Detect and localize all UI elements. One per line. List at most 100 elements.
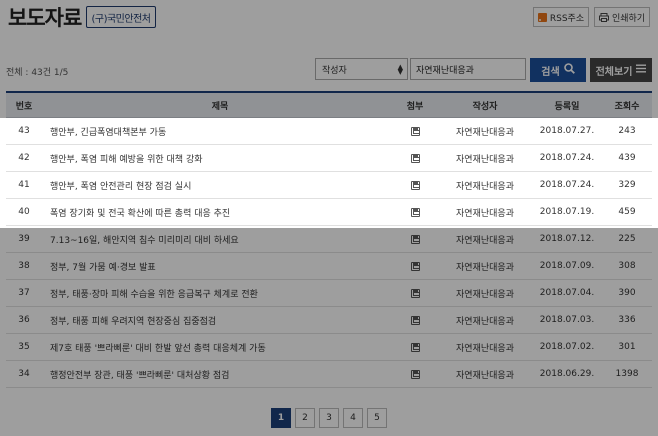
row-title-link[interactable]: 행안부, 폭염 안전관리 현장 점검 실시 — [50, 172, 390, 198]
header-attachment: 첨부 — [406, 102, 424, 112]
row-num: 40 — [18, 207, 30, 217]
row-attachment[interactable] — [400, 361, 430, 387]
search-toolbar: 전체 : 43건 1/5 작성자 ▲ ▼ 자연재난대응과 검색 전체보기 — [0, 56, 658, 84]
row-date: 2018.07.02. — [539, 342, 595, 352]
row-attachment[interactable] — [400, 172, 430, 198]
row-num: 36 — [18, 315, 30, 325]
table-row: 43 행안부, 긴급폭염대책본부 가동 자연재난대응과 2018.07.27. … — [6, 118, 652, 145]
row-views: 243 — [618, 126, 636, 136]
row-date: 2018.07.24. — [539, 153, 595, 163]
table-row: 35 제7호 태풍 '쁘라삐룬' 대비 한발 앞선 총력 대응체계 가동 자연재… — [6, 334, 652, 361]
row-author: 자연재난대응과 — [456, 316, 514, 327]
row-num: 41 — [18, 180, 30, 190]
row-attachment[interactable] — [400, 145, 430, 171]
row-date: 2018.07.03. — [539, 315, 595, 325]
table-row: 36 정부, 태풍 피해 우려지역 현장중심 집중점검 자연재난대응과 2018… — [6, 307, 652, 334]
search-button[interactable]: 검색 — [530, 58, 586, 82]
row-author: 자연재난대응과 — [456, 154, 514, 165]
row-num: 43 — [18, 126, 30, 136]
page-header: 보도자료 (구)국민안전처 RSS주소 인쇄하기 — [0, 0, 658, 36]
printer-icon — [598, 12, 609, 22]
row-title-link[interactable]: 폭염 장기화 및 전국 확산에 따른 총력 대응 추진 — [50, 199, 390, 225]
save-disk-icon — [410, 207, 420, 217]
select-arrows-icon: ▲ ▼ — [397, 63, 403, 76]
row-author: 자연재난대응과 — [456, 370, 514, 381]
row-num: 37 — [18, 288, 30, 298]
row-views: 390 — [618, 288, 636, 298]
rss-label: RSS주소 — [549, 13, 585, 24]
press-release-table: 번호 제목 첨부 작성자 등록일 조회수 43 행안부, 긴급폭염대책본부 가동… — [6, 91, 652, 388]
save-disk-icon — [410, 288, 420, 298]
rss-icon — [537, 12, 547, 22]
table-row: 38 정부, 7월 가뭄 예·경보 발표 자연재난대응과 2018.07.09.… — [6, 253, 652, 280]
save-disk-icon — [410, 342, 420, 352]
page-button[interactable]: 5 — [367, 408, 387, 428]
header-views: 조회수 — [614, 102, 640, 112]
page-button-current[interactable]: 1 — [271, 408, 291, 428]
row-title-link[interactable]: 정부, 7월 가뭄 예·경보 발표 — [50, 253, 390, 279]
table-header: 번호 제목 첨부 작성자 등록일 조회수 — [6, 91, 652, 118]
row-author: 자연재난대응과 — [456, 262, 514, 273]
search-label: 검색 — [541, 66, 560, 78]
row-attachment[interactable] — [400, 280, 430, 306]
row-date: 2018.07.09. — [539, 261, 595, 271]
page-title: 보도자료 — [8, 6, 82, 30]
search-icon — [563, 63, 575, 77]
row-attachment[interactable] — [400, 307, 430, 333]
save-disk-icon — [410, 315, 420, 325]
table-row: 37 정부, 태풍·장마 피해 수습을 위한 응급복구 체계로 전환 자연재난대… — [6, 280, 652, 307]
row-author: 자연재난대응과 — [456, 208, 514, 219]
row-attachment[interactable] — [400, 334, 430, 360]
save-disk-icon — [410, 369, 420, 379]
header-title: 제목 — [211, 102, 229, 112]
page-button[interactable]: 4 — [343, 408, 363, 428]
row-author: 자연재난대응과 — [456, 181, 514, 192]
row-date: 2018.07.19. — [539, 207, 595, 217]
row-author: 자연재난대응과 — [456, 235, 514, 246]
save-disk-icon — [410, 180, 420, 190]
row-author: 자연재난대응과 — [456, 343, 514, 354]
row-title-link[interactable]: 행안부, 긴급폭염대책본부 가동 — [50, 118, 390, 144]
row-views: 1398 — [615, 369, 639, 379]
row-views: 336 — [618, 315, 636, 325]
row-date: 2018.07.04. — [539, 288, 595, 298]
rss-button[interactable]: RSS주소 — [533, 7, 589, 27]
row-date: 2018.07.12. — [539, 234, 595, 244]
row-title-link[interactable]: 정부, 태풍 피해 우려지역 현장중심 집중점검 — [50, 307, 390, 333]
row-views: 439 — [618, 153, 636, 163]
row-title-link[interactable]: 제7호 태풍 '쁘라삐룬' 대비 한발 앞선 총력 대응체계 가동 — [50, 334, 390, 360]
row-title-link[interactable]: 행정안전부 장관, 태풍 '쁘라삐룬' 대처상황 점검 — [50, 361, 390, 387]
row-date: 2018.07.24. — [539, 180, 595, 190]
header-date: 등록일 — [554, 102, 580, 112]
org-button[interactable]: (구)국민안전처 — [86, 6, 156, 28]
total-count: 전체 : 43건 1/5 — [6, 68, 69, 78]
row-attachment[interactable] — [400, 118, 430, 144]
save-disk-icon — [410, 234, 420, 244]
search-type-select[interactable]: 작성자 ▲ ▼ — [315, 58, 408, 80]
table-row: 42 행안부, 폭염 피해 예방을 위한 대책 강화 자연재난대응과 2018.… — [6, 145, 652, 172]
row-title-link[interactable]: 행안부, 폭염 피해 예방을 위한 대책 강화 — [50, 145, 390, 171]
table-row: 40 폭염 장기화 및 전국 확산에 따른 총력 대응 추진 자연재난대응과 2… — [6, 199, 652, 226]
save-disk-icon — [410, 261, 420, 271]
table-row: 39 7.13~16일, 해안지역 침수 미리미리 대비 하세요 자연재난대응과… — [6, 226, 652, 253]
page-button[interactable]: 3 — [319, 408, 339, 428]
pagination: 1 2 3 4 5 — [271, 408, 387, 430]
table-row: 34 행정안전부 장관, 태풍 '쁘라삐룬' 대처상황 점검 자연재난대응과 2… — [6, 361, 652, 388]
print-button[interactable]: 인쇄하기 — [594, 7, 650, 27]
row-title-link[interactable]: 정부, 태풍·장마 피해 수습을 위한 응급복구 체계로 전환 — [50, 280, 390, 306]
row-title-link[interactable]: 7.13~16일, 해안지역 침수 미리미리 대비 하세요 — [50, 226, 390, 252]
row-views: 459 — [618, 207, 636, 217]
row-num: 38 — [18, 261, 30, 271]
view-all-button[interactable]: 전체보기 — [590, 58, 652, 82]
row-author: 자연재난대응과 — [456, 127, 514, 138]
row-attachment[interactable] — [400, 226, 430, 252]
row-attachment[interactable] — [400, 199, 430, 225]
page-button[interactable]: 2 — [295, 408, 315, 428]
view-all-label: 전체보기 — [595, 66, 633, 78]
row-num: 39 — [18, 234, 30, 244]
row-attachment[interactable] — [400, 253, 430, 279]
row-views: 301 — [618, 342, 636, 352]
table-row: 41 행안부, 폭염 안전관리 현장 점검 실시 자연재난대응과 2018.07… — [6, 172, 652, 199]
row-views: 329 — [618, 180, 636, 190]
search-input[interactable]: 자연재난대응과 — [410, 58, 526, 80]
